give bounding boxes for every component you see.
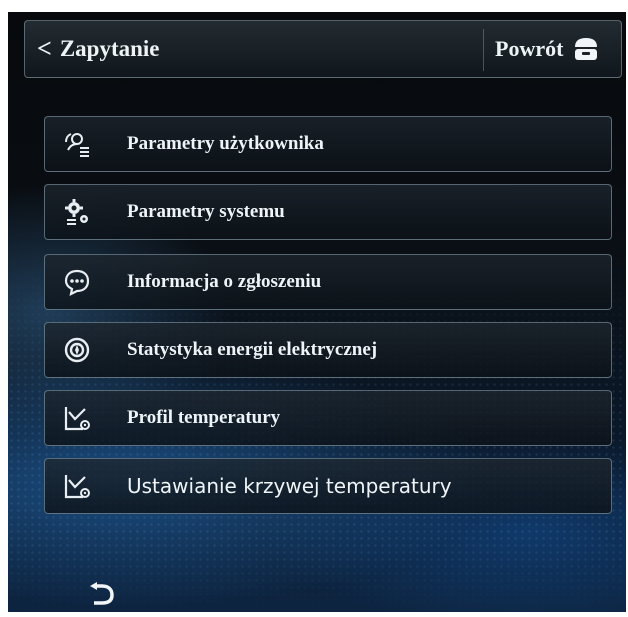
menu-item-system-parameters[interactable]: Parametry systemu	[44, 184, 612, 240]
temperature-curve-settings-icon	[64, 475, 90, 499]
device-screen: < Zapytanie Powrót Parametry użytkownika	[8, 12, 626, 612]
menu-item-label: Statystyka energii elektrycznej	[127, 339, 378, 360]
home-label: Powrót	[495, 36, 564, 61]
home-icon	[575, 38, 598, 60]
system-gears-icon	[65, 199, 88, 225]
menu-item-label: Parametry systemu	[127, 201, 285, 222]
menu-item-label: Ustawianie krzywej temperatury	[127, 474, 452, 498]
menu-item-label: Parametry użytkownika	[127, 133, 324, 154]
back-chevron-icon: <	[37, 34, 52, 63]
header-divider	[483, 29, 484, 71]
menu-item-user-parameters[interactable]: Parametry użytkownika	[44, 116, 612, 172]
menu-item-energy-statistics[interactable]: Statystyka energii elektrycznej	[44, 322, 612, 378]
energy-meter-icon	[64, 337, 90, 363]
home-button[interactable]: Powrót	[495, 21, 601, 77]
menu-item-report-info[interactable]: Informacja o zgłoszeniu	[44, 254, 612, 310]
message-bubble-icon	[64, 269, 90, 296]
user-settings-icon	[65, 133, 89, 157]
menu-item-temperature-curve-settings[interactable]: Ustawianie krzywej temperatury	[44, 458, 612, 514]
menu-item-temperature-profile[interactable]: Profil temperatury	[44, 390, 612, 446]
return-arrow-icon[interactable]	[88, 582, 116, 606]
top-bar: < Zapytanie Powrót	[24, 20, 622, 78]
menu-item-label: Informacja o zgłoszeniu	[127, 271, 322, 292]
menu-item-label: Profil temperatury	[127, 407, 281, 428]
page-title: Zapytanie	[59, 36, 160, 61]
back-button[interactable]: < Zapytanie	[37, 21, 160, 77]
temperature-curve-icon	[64, 407, 90, 431]
